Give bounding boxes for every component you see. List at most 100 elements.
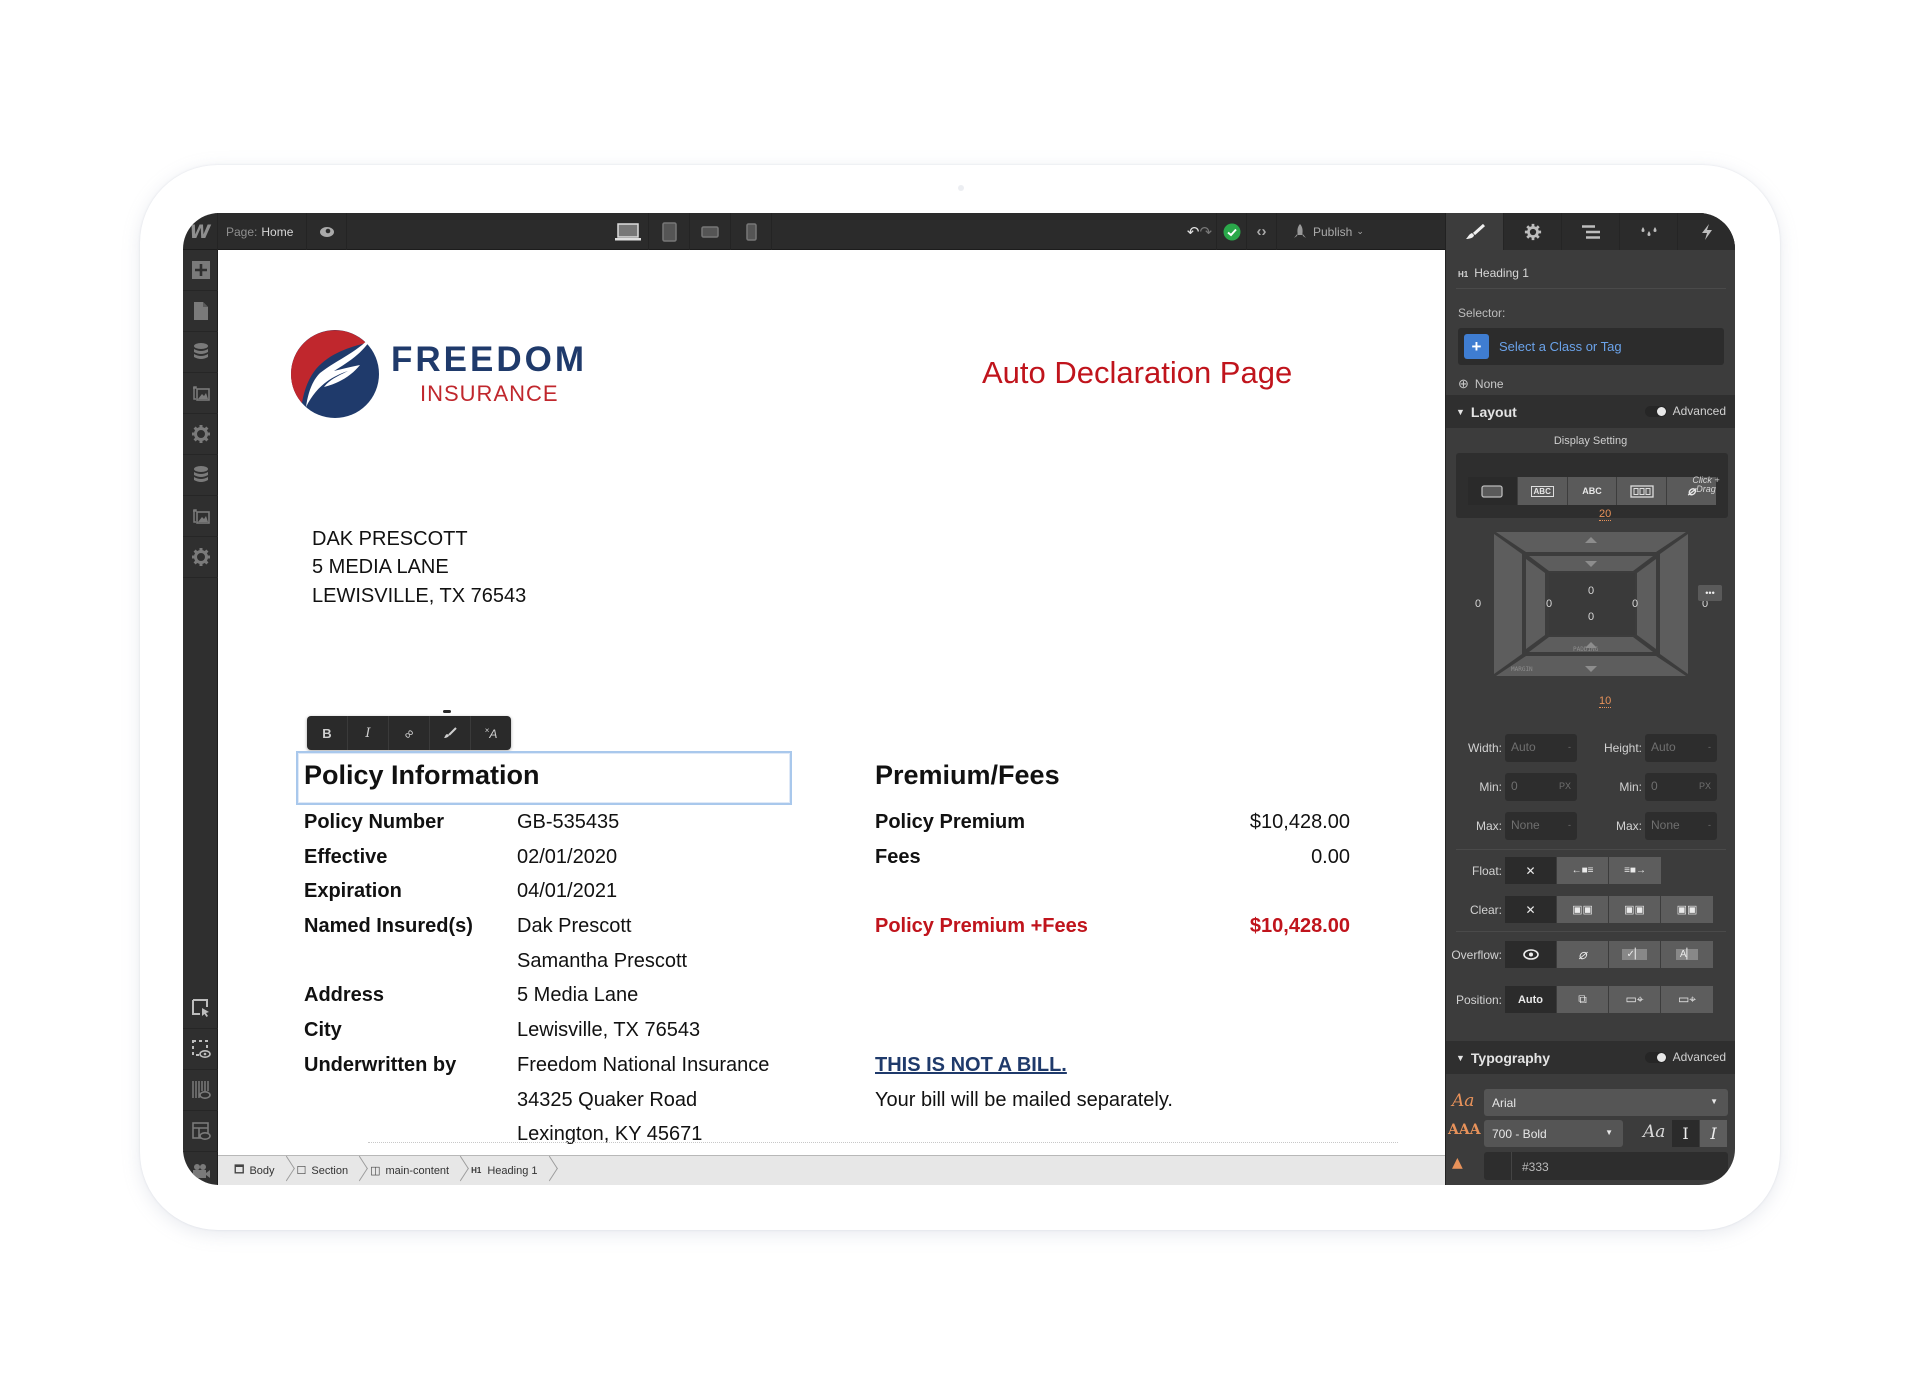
overflow-visible-button[interactable]	[1505, 941, 1557, 968]
premium-fees-heading[interactable]: Premium/Fees	[875, 760, 1060, 791]
save-status[interactable]	[1217, 213, 1247, 250]
font-family-select[interactable]: Arial ▼	[1484, 1089, 1728, 1116]
tab-swatches[interactable]	[1620, 213, 1678, 250]
breadcrumb-section[interactable]: ☐ Section	[291, 1156, 355, 1186]
undo-redo[interactable]: ↶ ↷	[1183, 213, 1217, 250]
pages-button[interactable]	[183, 291, 218, 332]
display-inline-button[interactable]: ABC	[1567, 477, 1618, 505]
premium-row-value[interactable]: $10,428.00	[1250, 811, 1350, 834]
total-value[interactable]: $10,428.00	[1250, 915, 1350, 938]
webflow-logo[interactable]: W	[183, 213, 218, 250]
breadcrumb-main-content[interactable]: ◫ main-content	[364, 1156, 455, 1186]
settings-button[interactable]	[183, 414, 218, 455]
video-tutorials-button[interactable]	[183, 1152, 218, 1185]
typography-advanced-toggle[interactable]: Advanced	[1644, 1050, 1726, 1064]
padding-top-value[interactable]: 0	[1588, 585, 1594, 597]
box-model-editor[interactable]: PADDING MARGIN	[1491, 529, 1691, 679]
max-width-input[interactable]: None -	[1505, 812, 1577, 840]
policy-row-value[interactable]: GB-535435	[517, 811, 619, 834]
more-options-button[interactable]: •••	[1698, 585, 1722, 601]
style-button[interactable]	[430, 716, 471, 750]
toggle-switch[interactable]	[1644, 1051, 1667, 1063]
not-a-bill-notice[interactable]: THIS IS NOT A BILL.	[875, 1054, 1067, 1077]
layout-preview-button[interactable]	[183, 1111, 218, 1152]
preview-button[interactable]	[307, 213, 347, 250]
mobile-portrait-view-button[interactable]	[731, 213, 772, 250]
policy-row-value[interactable]: Dak Prescott	[517, 915, 631, 938]
bold-button[interactable]: B	[307, 716, 348, 750]
clear-right-button[interactable]: ▣▣	[1609, 896, 1661, 923]
mobile-landscape-view-button[interactable]	[690, 213, 731, 250]
policy-row-value[interactable]: 02/01/2020	[517, 846, 617, 869]
tab-navigator[interactable]	[1562, 213, 1620, 250]
toggle-switch[interactable]	[1644, 405, 1667, 417]
undo-icon[interactable]: ↶	[1187, 223, 1200, 241]
overflow-scroll-button[interactable]: ✓▏	[1609, 941, 1661, 968]
assets-button[interactable]	[183, 373, 218, 414]
clear-format-button[interactable]: ×A	[471, 716, 511, 750]
overflow-auto-button[interactable]: A▏	[1661, 941, 1713, 968]
width-input[interactable]: Auto -	[1505, 734, 1577, 762]
margin-top-value[interactable]: 20	[1599, 508, 1612, 521]
policy-row-value[interactable]: 04/01/2021	[517, 880, 617, 903]
unit-label[interactable]: PX	[1559, 781, 1571, 791]
clear-none-button[interactable]: ✕	[1505, 896, 1557, 923]
float-right-button[interactable]: ≡■→	[1609, 857, 1661, 884]
policy-row-value[interactable]: 34325 Quaker Road	[517, 1089, 697, 1112]
typography-section-header[interactable]: ▼ Typography Advanced	[1446, 1041, 1735, 1074]
layout-advanced-toggle[interactable]: Advanced	[1644, 404, 1726, 418]
link-button[interactable]: ∞	[389, 716, 430, 750]
position-relative-button[interactable]: ⧉	[1557, 986, 1609, 1013]
clear-left-button[interactable]: ▣▣	[1557, 896, 1609, 923]
tab-interactions[interactable]	[1678, 213, 1735, 250]
display-flex-button[interactable]	[1617, 477, 1668, 505]
tab-style[interactable]	[1446, 213, 1504, 250]
margin-left-value[interactable]: 0	[1475, 598, 1481, 610]
clear-both-button[interactable]: ▣▣	[1661, 896, 1713, 923]
tablet-view-button[interactable]	[649, 213, 690, 250]
cms-button[interactable]	[183, 332, 218, 373]
text-color-input[interactable]: #333	[1484, 1152, 1728, 1180]
float-left-button[interactable]: ←■≡	[1557, 857, 1609, 884]
font-style-normal-button[interactable]: I	[1672, 1120, 1699, 1147]
policy-row-value[interactable]: Lewisville, TX 76543	[517, 1019, 700, 1042]
assets-button-2[interactable]	[183, 496, 218, 537]
layout-section-header[interactable]: ▼ Layout Advanced	[1446, 395, 1735, 428]
select-element-button[interactable]	[183, 988, 218, 1029]
page-selector[interactable]: Page: Home	[218, 213, 307, 250]
min-width-input[interactable]: 0 PX	[1505, 773, 1577, 801]
premium-row-value[interactable]: 0.00	[1311, 846, 1350, 869]
publish-button[interactable]: Publish ⌄	[1277, 213, 1445, 250]
grid-overlay-button[interactable]	[183, 1070, 218, 1111]
font-style-italic-button[interactable]: I	[1700, 1120, 1727, 1147]
display-block-button[interactable]	[1468, 477, 1518, 505]
design-canvas[interactable]: FREEDOM INSURANCE Auto Declaration Page …	[218, 250, 1445, 1155]
unit-dropdown[interactable]: -	[1708, 820, 1711, 830]
policy-info-heading[interactable]: Policy Information	[304, 760, 540, 791]
unit-dropdown[interactable]: -	[1708, 742, 1711, 752]
padding-left-value[interactable]: 0	[1546, 598, 1552, 610]
cms-button-2[interactable]	[183, 455, 218, 496]
font-weight-select[interactable]: 700 - Bold ▼	[1484, 1120, 1623, 1147]
overflow-hidden-button[interactable]: ⌀	[1557, 941, 1609, 968]
max-height-input[interactable]: None -	[1645, 812, 1717, 840]
desktop-view-button[interactable]	[608, 213, 649, 250]
mailing-city[interactable]: LEWISVILLE, TX 76543	[312, 585, 526, 608]
settings-button-2[interactable]	[183, 537, 218, 578]
breadcrumb-body[interactable]: 🗖 Body	[228, 1156, 281, 1186]
unit-dropdown[interactable]: -	[1568, 742, 1571, 752]
italic-button[interactable]: I	[348, 716, 389, 750]
margin-bottom-value[interactable]: 10	[1599, 695, 1612, 708]
redo-icon[interactable]: ↷	[1200, 223, 1213, 241]
padding-bottom-value[interactable]: 0	[1588, 611, 1594, 623]
position-auto-button[interactable]: Auto	[1505, 986, 1557, 1013]
add-elements-button[interactable]	[183, 250, 218, 291]
mailing-street[interactable]: 5 MEDIA LANE	[312, 556, 449, 579]
breadcrumb-heading[interactable]: H1 Heading 1	[465, 1156, 543, 1186]
unit-dropdown[interactable]: -	[1568, 820, 1571, 830]
display-inline-block-button[interactable]: ABC	[1517, 477, 1568, 505]
code-view-button[interactable]: ‹›	[1247, 213, 1277, 250]
policy-row-value[interactable]: Samantha Prescott	[517, 950, 687, 973]
padding-right-value[interactable]: 0	[1632, 598, 1638, 610]
selector-state[interactable]: ⊕ None	[1458, 376, 1504, 392]
